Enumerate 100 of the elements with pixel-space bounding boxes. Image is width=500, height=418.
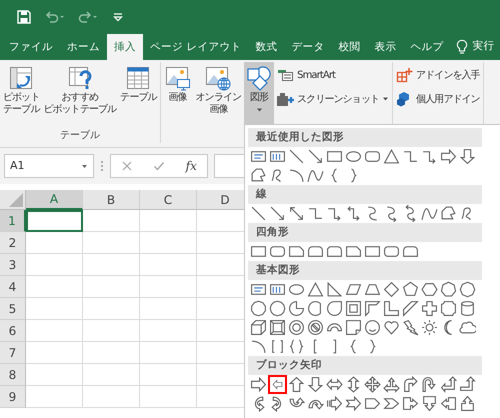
- can-icon[interactable]: [459, 300, 476, 317]
- ribbon-button[interactable]: アドインを入手: [395, 66, 481, 84]
- down-arrow-icon[interactable]: [459, 148, 476, 165]
- grid-cell[interactable]: [140, 254, 197, 276]
- frame-icon[interactable]: [345, 300, 362, 317]
- ribbon-tab[interactable]: 挿入: [107, 34, 143, 60]
- grid-cell[interactable]: [26, 232, 83, 254]
- ribbon-button[interactable]: 個人用アドイン: [395, 90, 481, 108]
- cube-icon[interactable]: [250, 319, 267, 336]
- grid-cell[interactable]: [140, 386, 197, 408]
- heart-icon[interactable]: [383, 319, 400, 336]
- column-header[interactable]: B: [83, 190, 140, 210]
- cross-icon[interactable]: [421, 300, 438, 317]
- bevel-icon[interactable]: [269, 319, 286, 336]
- right-arrow-callout-icon[interactable]: [402, 395, 419, 412]
- decagon-icon[interactable]: [250, 300, 267, 317]
- ribbon-button[interactable]: おすすめ ピボットテーブル: [42, 62, 118, 118]
- dodecagon-icon[interactable]: [269, 300, 286, 317]
- grid-cell[interactable]: [140, 232, 197, 254]
- rounded-rectangle-icon[interactable]: [383, 243, 400, 260]
- sun-icon[interactable]: [421, 319, 438, 336]
- double-bracket-icon[interactable]: [269, 338, 286, 355]
- grid-cell[interactable]: [140, 276, 197, 298]
- line-icon[interactable]: [288, 148, 305, 165]
- chevron-icon[interactable]: [383, 395, 400, 412]
- grid-cell[interactable]: [83, 320, 140, 342]
- bent-up-arrow-icon[interactable]: [459, 376, 476, 393]
- active-cell[interactable]: [26, 210, 83, 232]
- oval-icon[interactable]: [345, 148, 362, 165]
- ribbon-tab[interactable]: ヘルプ: [403, 34, 450, 60]
- left-right-arrow-icon[interactable]: [326, 376, 343, 393]
- ribbon-tab[interactable]: ページ レイアウト: [143, 34, 248, 60]
- pie-icon[interactable]: [288, 300, 305, 317]
- heptagon-icon[interactable]: [440, 281, 457, 298]
- ribbon-button[interactable]: SmartArt: [276, 66, 390, 84]
- rectangle-icon[interactable]: [250, 243, 267, 260]
- ribbon-tab[interactable]: ホーム: [60, 34, 107, 60]
- row-header[interactable]: 8: [0, 364, 26, 386]
- rounded-rectangle-icon[interactable]: [269, 243, 286, 260]
- left-up-arrow-icon[interactable]: [440, 376, 457, 393]
- striped-right-arrow-icon[interactable]: [326, 395, 343, 412]
- row-header[interactable]: 5: [0, 298, 26, 320]
- grid-cell[interactable]: [26, 254, 83, 276]
- grid-cell[interactable]: [83, 232, 140, 254]
- column-header[interactable]: A: [26, 190, 83, 210]
- row-header[interactable]: 7: [0, 342, 26, 364]
- chord-icon[interactable]: [307, 300, 324, 317]
- ribbon-button[interactable]: テーブル: [119, 62, 158, 106]
- grid-cell[interactable]: [26, 342, 83, 364]
- check-icon[interactable]: [153, 160, 166, 172]
- donut-icon[interactable]: [288, 319, 305, 336]
- teardrop-icon[interactable]: [326, 300, 343, 317]
- grid-cell[interactable]: [26, 364, 83, 386]
- row-header[interactable]: 1: [0, 210, 26, 232]
- grip-icon[interactable]: [100, 159, 104, 173]
- grid-cell[interactable]: [26, 386, 83, 408]
- ribbon-button[interactable]: スクリーンショット: [276, 90, 390, 108]
- up-arrow-callout-icon[interactable]: [459, 395, 476, 412]
- triangle-icon[interactable]: [307, 281, 324, 298]
- elbow-arrow-icon[interactable]: [326, 205, 343, 222]
- grid-cell[interactable]: [83, 342, 140, 364]
- name-box[interactable]: A1: [4, 154, 94, 178]
- grid-cell[interactable]: [140, 320, 197, 342]
- grid-cell[interactable]: [83, 276, 140, 298]
- rectangle-icon[interactable]: [326, 148, 343, 165]
- freeform-icon[interactable]: [250, 167, 267, 184]
- oval-icon[interactable]: [288, 281, 305, 298]
- grid-cell[interactable]: [83, 386, 140, 408]
- row-header[interactable]: 3: [0, 254, 26, 276]
- row-header[interactable]: 9: [0, 386, 26, 408]
- grid-cell[interactable]: [140, 364, 197, 386]
- ribbon-button[interactable]: オンライン 画像: [194, 62, 242, 118]
- right-arrow-icon[interactable]: [250, 376, 267, 393]
- left-arrow-callout-icon[interactable]: [440, 395, 457, 412]
- tell-me-text[interactable]: 実行: [472, 39, 494, 55]
- diagonal-stripe-icon[interactable]: [402, 300, 419, 317]
- row-header[interactable]: 6: [0, 320, 26, 342]
- function-button[interactable]: fx: [186, 157, 197, 175]
- ribbon-button[interactable]: 図形: [244, 62, 274, 124]
- left-right-up-arrow-icon[interactable]: [383, 376, 400, 393]
- vertical-textbox-icon[interactable]: [269, 281, 286, 298]
- no-symbol-icon[interactable]: [307, 319, 324, 336]
- grid-cell[interactable]: [26, 276, 83, 298]
- down-arrow-callout-icon[interactable]: [421, 395, 438, 412]
- half-frame-icon[interactable]: [364, 300, 381, 317]
- row-header[interactable]: 2: [0, 232, 26, 254]
- grid-cell[interactable]: [140, 210, 197, 232]
- right-triangle-icon[interactable]: [326, 281, 343, 298]
- grid-cell[interactable]: [83, 254, 140, 276]
- lightning-icon[interactable]: [402, 319, 419, 336]
- column-header[interactable]: C: [140, 190, 197, 210]
- up-down-arrow-icon[interactable]: [345, 376, 362, 393]
- grid-cell[interactable]: [26, 298, 83, 320]
- arc-icon[interactable]: [288, 167, 305, 184]
- grid-cell[interactable]: [140, 298, 197, 320]
- textbox-icon[interactable]: [250, 148, 267, 165]
- pentagon-arrow-icon[interactable]: [364, 395, 381, 412]
- lightbulb-icon[interactable]: [456, 39, 468, 55]
- arrow-line-icon[interactable]: [307, 148, 324, 165]
- ribbon-tab[interactable]: 表示: [367, 34, 404, 60]
